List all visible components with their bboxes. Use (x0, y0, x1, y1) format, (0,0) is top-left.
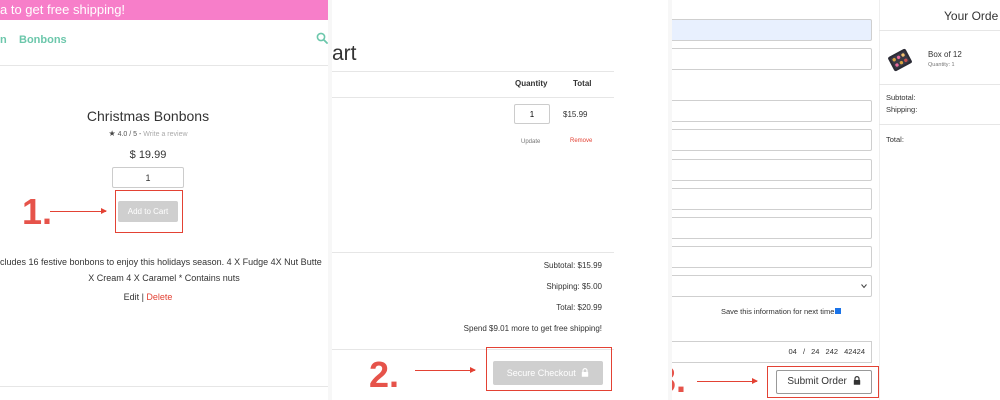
order-item-name: Box of 12 (928, 50, 962, 59)
submit-label: Submit Order (787, 376, 847, 387)
divider (879, 30, 1000, 31)
free-shipping-banner: a to get free shipping! (0, 0, 328, 20)
save-info-label: Save this information for next time (721, 307, 835, 316)
step-number: 2. (369, 354, 400, 395)
description-line: cludes 16 festive bonbons to enjoy this … (0, 257, 322, 267)
remove-link[interactable]: Remove (570, 138, 592, 144)
checkout-field[interactable] (672, 129, 872, 151)
quantity-input[interactable] (112, 167, 184, 188)
free-shipping-note: Spend $9.01 more to get free shipping! (463, 324, 602, 333)
cart-quantity-input[interactable] (514, 104, 550, 124)
step-number: 3. (672, 359, 687, 400)
description-line: X Cream 4 X Caramel * Contains nuts (88, 273, 240, 283)
divider (879, 84, 1000, 85)
nav-item[interactable]: n (0, 34, 7, 46)
checkout-field[interactable] (672, 188, 872, 210)
divider (879, 0, 880, 400)
product-title: Christmas Bonbons (86, 108, 210, 124)
order-total-label: Total: (886, 135, 904, 144)
star-icon: ★ (108, 129, 116, 138)
arrow-icon (415, 367, 476, 373)
tutorial-stage: a to get free shipping! n Bonbons Christ… (0, 0, 1000, 400)
divider (332, 252, 614, 253)
admin-actions: Edit | Delete (0, 292, 296, 302)
write-review-link[interactable]: Write a review (143, 131, 187, 138)
lock-icon (582, 368, 589, 377)
divider (0, 386, 328, 387)
nav-item-bonbons[interactable]: Bonbons (19, 34, 67, 46)
divider (332, 71, 614, 72)
arrow-icon (50, 208, 107, 214)
search-icon[interactable] (316, 32, 328, 44)
cart-total: Total: $20.99 (556, 303, 602, 312)
product-page-panel: a to get free shipping! n Bonbons Christ… (0, 0, 328, 400)
order-summary-title: Your Orde (944, 9, 999, 23)
product-description: cludes 16 festive bonbons to enjoy this … (0, 254, 328, 286)
submit-order-button[interactable]: Submit Order (776, 370, 872, 394)
line-total: $15.99 (563, 110, 588, 119)
checkout-page-panel: Save this information for next time 04 /… (672, 0, 1000, 400)
column-header-total: Total (573, 79, 592, 88)
update-link[interactable]: Update (521, 139, 540, 145)
checkout-label: Secure Checkout (506, 368, 576, 378)
page-title: art (332, 42, 357, 65)
delete-link[interactable]: Delete (146, 292, 172, 302)
order-item-quantity: Quantity: 1 (928, 62, 955, 68)
cart-page-panel: art Quantity Total $15.99 Update Remove … (332, 0, 668, 400)
card-details-field[interactable]: 04 / 24 242 42424 (672, 341, 872, 363)
product-thumbnail (888, 48, 912, 72)
save-info-option[interactable]: Save this information for next time (721, 307, 842, 316)
product-rating: ★ 4.0 / 5 - Write a review (0, 129, 296, 138)
add-to-cart-button[interactable]: Add to Cart (118, 201, 178, 222)
rating-value: 4.0 / 5 (117, 131, 138, 138)
checkout-field[interactable] (672, 159, 872, 181)
checkout-field[interactable] (672, 246, 872, 268)
divider (879, 124, 1000, 125)
country-select[interactable] (672, 275, 872, 297)
checkout-field[interactable] (672, 100, 872, 122)
cart-shipping: Shipping: $5.00 (546, 282, 602, 291)
lock-icon (853, 376, 860, 385)
product-price: $ 19.99 (129, 149, 167, 161)
order-shipping-label: Shipping: (886, 105, 918, 114)
arrow-icon (697, 378, 758, 384)
secure-checkout-button[interactable]: Secure Checkout (493, 361, 603, 385)
column-header-quantity: Quantity (515, 79, 548, 88)
save-info-checkbox[interactable] (835, 308, 842, 314)
edit-link[interactable]: Edit (124, 292, 140, 302)
site-nav: n Bonbons (0, 20, 328, 66)
order-subtotal-label: Subtotal: (886, 93, 916, 102)
checkout-field[interactable] (672, 48, 872, 70)
checkout-field[interactable] (672, 217, 872, 239)
step-number: 1. (22, 191, 53, 232)
checkout-field[interactable] (672, 19, 872, 41)
cart-subtotal: Subtotal: $15.99 (543, 261, 602, 270)
divider (332, 97, 614, 98)
chevron-down-icon (861, 284, 867, 289)
